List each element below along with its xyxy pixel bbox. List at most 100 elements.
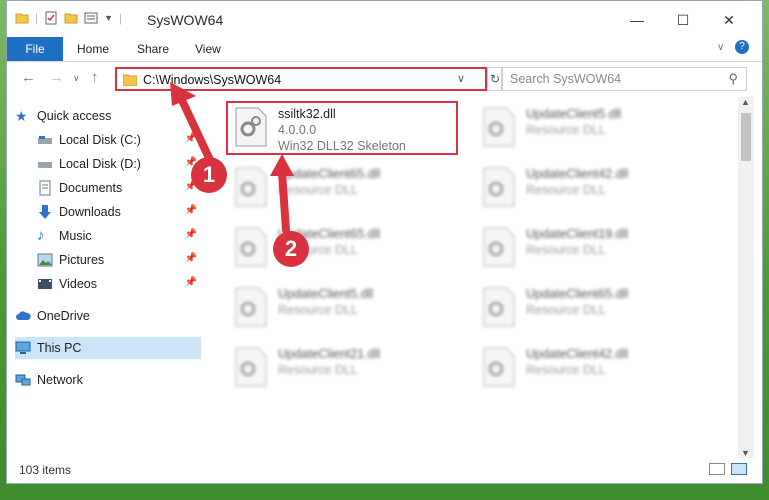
file-tile[interactable]: UpdateClient21.dll Resource DLL <box>226 341 466 393</box>
tab-home[interactable]: Home <box>77 37 109 61</box>
step-1-badge: 1 <box>191 157 227 193</box>
file-name: UpdateClient5.dll <box>278 287 374 301</box>
sidebar-item-downloads[interactable]: Downloads 📌 <box>37 201 201 223</box>
navigation-bar: ← → ∨ ↑ C:\Windows\SysWOW64 ∨ ↻ Search S… <box>7 63 762 93</box>
pin-icon[interactable]: 📌 <box>185 205 197 216</box>
status-bar: 103 items <box>7 457 762 483</box>
sidebar-item-videos[interactable]: Videos 📌 <box>37 273 201 295</box>
sidebar-item-onedrive[interactable]: OneDrive <box>15 305 201 327</box>
recent-locations-icon[interactable]: ∨ <box>73 73 80 84</box>
file-tile[interactable]: UpdateClient65.dll Resource DLL <box>226 161 466 213</box>
file-type: Resource DLL <box>526 123 606 137</box>
file-tile[interactable]: UpdateClient42.dll Resource DLL <box>474 341 714 393</box>
file-name: UpdateClient42.dll <box>526 167 629 181</box>
dll-file-icon <box>235 167 267 207</box>
address-bar[interactable]: C:\Windows\SysWOW64 ∨ <box>115 67 487 91</box>
file-type: Resource DLL <box>526 243 606 257</box>
pin-icon[interactable]: 📌 <box>185 277 197 288</box>
cloud-icon <box>16 311 31 320</box>
file-list: ssiltk32.dll 4.0.0.0 Win32 DLL32 Skeleto… <box>222 97 737 452</box>
file-tile[interactable]: UpdateClient65.dll Resource DLL <box>226 221 466 273</box>
large-icons-view-icon[interactable] <box>731 463 747 475</box>
tab-file[interactable]: File <box>7 37 63 61</box>
properties-icon[interactable] <box>44 11 58 25</box>
sidebar-item-label: This PC <box>37 341 82 355</box>
forward-arrow-icon[interactable]: → <box>49 69 64 86</box>
sidebar-item-label: Downloads <box>59 205 121 219</box>
file-tile[interactable]: UpdateClient19.dll Resource DLL <box>474 221 714 273</box>
file-type: Resource DLL <box>278 363 358 377</box>
music-icon: ♪ <box>37 227 45 244</box>
tab-view[interactable]: View <box>195 37 221 61</box>
file-type: Resource DLL <box>278 183 358 197</box>
drive-icon <box>38 162 52 168</box>
sidebar-item-local-disk-d[interactable]: Local Disk (D:) 📌 <box>37 153 201 175</box>
vertical-scrollbar[interactable]: ▲ ▼ <box>738 97 754 458</box>
dll-file-icon <box>235 227 267 267</box>
sidebar-item-label: OneDrive <box>37 309 90 323</box>
file-tile[interactable]: UpdateClient65.dll Resource DLL <box>474 281 714 333</box>
item-count: 103 items <box>19 463 72 477</box>
minimize-button[interactable]: — <box>617 7 657 33</box>
file-tile[interactable]: UpdateClient5.dll Resource DLL <box>474 101 714 153</box>
separator: | <box>35 11 39 25</box>
dll-file-icon <box>235 107 267 147</box>
window-title: SysWOW64 <box>147 12 224 28</box>
sidebar-item-pictures[interactable]: Pictures 📌 <box>37 249 201 271</box>
file-tile-selected[interactable]: ssiltk32.dll 4.0.0.0 Win32 DLL32 Skeleto… <box>226 101 466 155</box>
sidebar-item-quick-access[interactable]: ★ Quick access <box>15 105 201 127</box>
chevron-down-icon[interactable]: ▼ <box>104 13 113 23</box>
close-button[interactable]: ✕ <box>709 7 749 33</box>
scroll-up-icon[interactable]: ▲ <box>741 97 750 107</box>
separator: | <box>119 11 123 25</box>
up-arrow-icon[interactable]: ↑ <box>91 69 99 86</box>
sidebar-item-documents[interactable]: Documents 📌 <box>37 177 201 199</box>
pictures-icon <box>37 253 53 267</box>
drive-icon <box>38 136 52 144</box>
search-input[interactable]: Search SysWOW64 ⚲ <box>501 67 747 91</box>
search-icon: ⚲ <box>728 71 738 86</box>
scroll-thumb[interactable] <box>741 113 751 161</box>
maximize-button[interactable]: ☐ <box>663 7 703 33</box>
file-tile[interactable]: UpdateClient5.dll Resource DLL <box>226 281 466 333</box>
back-arrow-icon[interactable]: ← <box>21 69 36 86</box>
sidebar-item-music[interactable]: ♪ Music 📌 <box>37 225 201 247</box>
sidebar-item-network[interactable]: Network <box>15 369 201 391</box>
videos-icon <box>38 279 52 289</box>
sidebar-item-label: Local Disk (C:) <box>59 133 141 147</box>
file-type: Resource DLL <box>278 303 358 317</box>
sidebar-item-this-pc[interactable]: This PC <box>15 337 201 359</box>
file-name: UpdateClient19.dll <box>526 227 629 241</box>
quick-access-toolbar: | ▼ | <box>15 11 122 25</box>
pc-icon <box>15 341 31 354</box>
title-bar: | ▼ | SysWOW64 — ☐ ✕ <box>7 1 762 37</box>
address-path: C:\Windows\SysWOW64 <box>143 73 282 87</box>
tab-share[interactable]: Share <box>137 37 169 61</box>
sidebar-item-label: Network <box>37 373 83 387</box>
dll-file-icon <box>235 347 267 387</box>
sidebar-item-label: Local Disk (D:) <box>59 157 141 171</box>
new-folder-icon[interactable] <box>64 11 78 25</box>
details-view-icon[interactable] <box>709 463 725 475</box>
file-tile[interactable]: UpdateClient42.dll Resource DLL <box>474 161 714 213</box>
pin-icon[interactable]: 📌 <box>185 133 197 144</box>
file-description: Win32 DLL32 Skeleton <box>278 139 406 153</box>
chevron-down-icon[interactable]: ∨ <box>457 72 465 85</box>
pin-icon[interactable]: 📌 <box>185 229 197 240</box>
navigation-pane: ★ Quick access Local Disk (C:) 📌 Local D… <box>7 97 201 452</box>
dll-file-icon <box>235 287 267 327</box>
dll-file-icon <box>483 347 515 387</box>
dll-file-icon <box>483 107 515 147</box>
sidebar-item-label: Pictures <box>59 253 105 267</box>
expand-ribbon-icon[interactable]: ∨ <box>717 42 724 53</box>
step-2-badge: 2 <box>273 231 309 267</box>
sidebar-item-label: Videos <box>59 277 97 291</box>
sidebar-item-local-disk-c[interactable]: Local Disk (C:) 📌 <box>37 129 201 151</box>
file-type: Resource DLL <box>526 303 606 317</box>
view-options-icon[interactable] <box>84 11 98 25</box>
dll-file-icon <box>483 167 515 207</box>
network-icon <box>15 374 31 386</box>
help-icon[interactable]: ? <box>735 40 749 54</box>
file-name: ssiltk32.dll <box>278 107 336 121</box>
pin-icon[interactable]: 📌 <box>185 253 197 264</box>
